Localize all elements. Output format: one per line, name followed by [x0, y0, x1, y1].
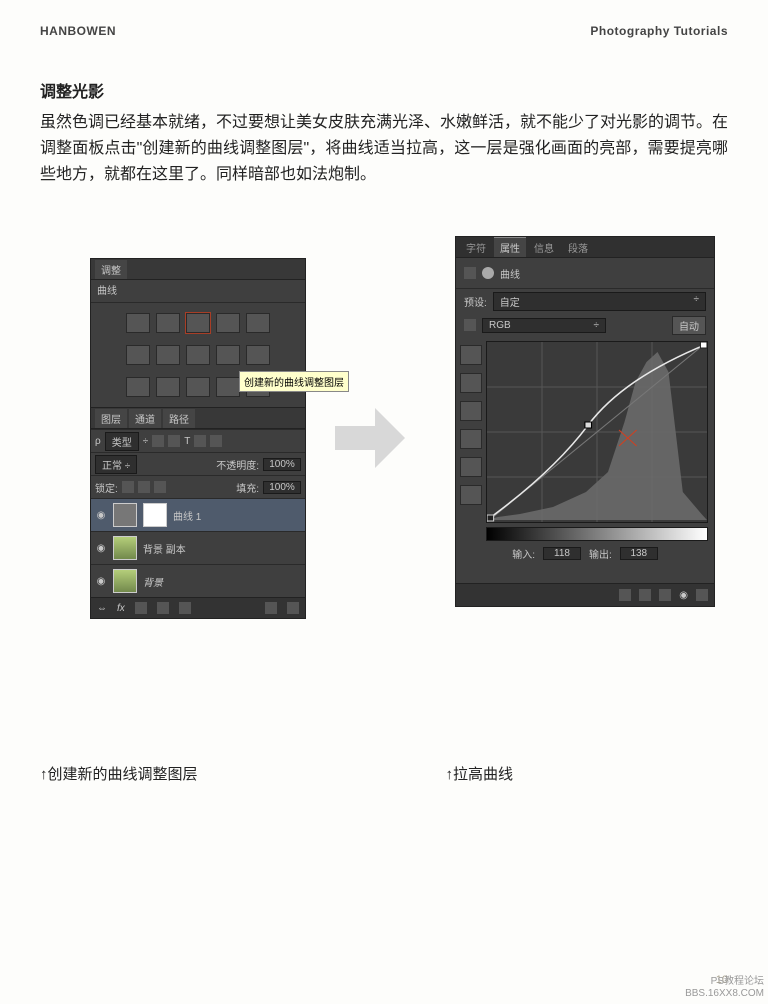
brand: HANBOWEN [40, 24, 116, 38]
filter-icon[interactable] [168, 435, 180, 447]
layer-filter-type[interactable]: 类型 [105, 432, 139, 451]
body-paragraph: 虽然色调已经基本就绪，不过要想让美女皮肤充满光泽、水嫩鲜活，就不能少了对光影的调… [40, 110, 728, 188]
filter-icon[interactable] [210, 435, 222, 447]
eyedropper-gray-icon[interactable] [460, 373, 482, 393]
subhead-curves: 曲线 [91, 280, 305, 303]
brightness-contrast-icon[interactable] [126, 313, 150, 333]
visibility-icon[interactable]: ◉ [95, 510, 107, 521]
layer-thumbnail [113, 536, 137, 560]
preset-label: 预设: [464, 294, 487, 309]
properties-panel: 字符 属性 信息 段落 曲线 预设: 自定÷ RGB÷ 自动 [455, 236, 715, 607]
bw-icon[interactable] [216, 345, 240, 365]
tab-paths[interactable]: 路径 [163, 409, 195, 428]
curves-graph[interactable] [486, 341, 708, 523]
new-layer-icon[interactable] [265, 602, 277, 614]
input-value[interactable]: 118 [543, 547, 581, 560]
color-balance-icon[interactable] [186, 345, 210, 365]
layer-row-bg[interactable]: ◉ 背景 [91, 564, 305, 597]
arrow-icon [335, 408, 405, 468]
mask-mode-icon[interactable] [482, 267, 494, 279]
hue-sat-icon[interactable] [156, 345, 180, 365]
auto-button[interactable]: 自动 [672, 316, 706, 335]
tab-paragraph[interactable]: 段落 [562, 238, 594, 257]
input-label: 输入: [512, 546, 535, 561]
adjustments-layers-panel: 调整 曲线 创建新的曲线调 [90, 258, 306, 619]
blend-mode-select[interactable]: 正常 ÷ [95, 455, 137, 474]
section-label: Photography Tutorials [590, 24, 728, 38]
layer-thumbnail [113, 569, 137, 593]
layer-name: 曲线 1 [173, 508, 201, 523]
tab-character[interactable]: 字符 [460, 238, 492, 257]
section-title: 调整光影 [40, 78, 728, 102]
fill-label: 填充: [236, 480, 259, 495]
triangle-icon[interactable] [246, 313, 270, 333]
eyedropper-black-icon[interactable] [460, 345, 482, 365]
reset-icon[interactable] [659, 589, 671, 601]
caption-right: ↑拉高曲线 [446, 763, 514, 784]
trash-icon[interactable] [287, 602, 299, 614]
tooltip-create-curves: 创建新的曲线调整图层 [239, 371, 349, 392]
properties-title: 曲线 [500, 266, 520, 281]
curve-smooth-icon[interactable] [460, 429, 482, 449]
input-gradient [486, 527, 708, 541]
fill-value[interactable]: 100% [263, 481, 301, 494]
tab-layers[interactable]: 图层 [95, 409, 127, 428]
tab-properties[interactable]: 属性 [494, 237, 526, 257]
mask-thumbnail [143, 503, 167, 527]
layer-row-bg-copy[interactable]: ◉ 背景 副本 [91, 531, 305, 564]
adjustment-icon[interactable] [157, 602, 169, 614]
filter-icon[interactable] [194, 435, 206, 447]
tab-info[interactable]: 信息 [528, 238, 560, 257]
filter-icon[interactable] [152, 435, 164, 447]
opacity-label: 不透明度: [216, 457, 259, 472]
exposure-icon[interactable] [216, 313, 240, 333]
invert-icon[interactable] [126, 377, 150, 397]
preset-select[interactable]: 自定÷ [493, 292, 706, 311]
opacity-value[interactable]: 100% [263, 458, 301, 471]
curves-icon [464, 267, 476, 279]
layer-row-curves1[interactable]: ◉ 曲线 1 [91, 498, 305, 531]
lock-label: 锁定: [95, 480, 118, 495]
watermark: PS教程论坛 BBS.16XX8.COM [685, 976, 764, 1000]
tab-adjustments[interactable]: 调整 [95, 260, 127, 279]
threshold-icon[interactable] [186, 377, 210, 397]
view-prev-icon[interactable] [639, 589, 651, 601]
hand-tool-icon[interactable] [464, 319, 476, 331]
curve-pencil-icon[interactable] [460, 457, 482, 477]
lock-pixels-icon[interactable] [122, 481, 134, 493]
levels-icon[interactable] [156, 313, 180, 333]
visibility-icon[interactable]: ◉ [95, 576, 107, 587]
clip-icon[interactable] [619, 589, 631, 601]
visibility-icon[interactable]: ◉ [95, 543, 107, 554]
curves-icon[interactable] [186, 313, 210, 333]
layer-name: 背景 副本 [143, 541, 186, 556]
caption-left: ↑创建新的曲线调整图层 [40, 763, 198, 784]
trash-icon[interactable] [696, 589, 708, 601]
text-options-icon[interactable] [460, 485, 482, 505]
eyedropper-white-icon[interactable] [460, 401, 482, 421]
photo-filter-icon[interactable] [246, 345, 270, 365]
group-icon[interactable] [179, 602, 191, 614]
channel-select[interactable]: RGB÷ [482, 318, 606, 333]
adjustment-thumbnail [113, 503, 137, 527]
posterize-icon[interactable] [156, 377, 180, 397]
output-label: 输出: [589, 546, 612, 561]
mask-icon[interactable] [135, 602, 147, 614]
vibrance-icon[interactable] [126, 345, 150, 365]
tab-channels[interactable]: 通道 [129, 409, 161, 428]
gradient-map-icon[interactable] [216, 377, 240, 397]
lock-all-icon[interactable] [154, 481, 166, 493]
layer-name: 背景 [143, 574, 163, 589]
output-value[interactable]: 138 [620, 547, 658, 560]
lock-position-icon[interactable] [138, 481, 150, 493]
